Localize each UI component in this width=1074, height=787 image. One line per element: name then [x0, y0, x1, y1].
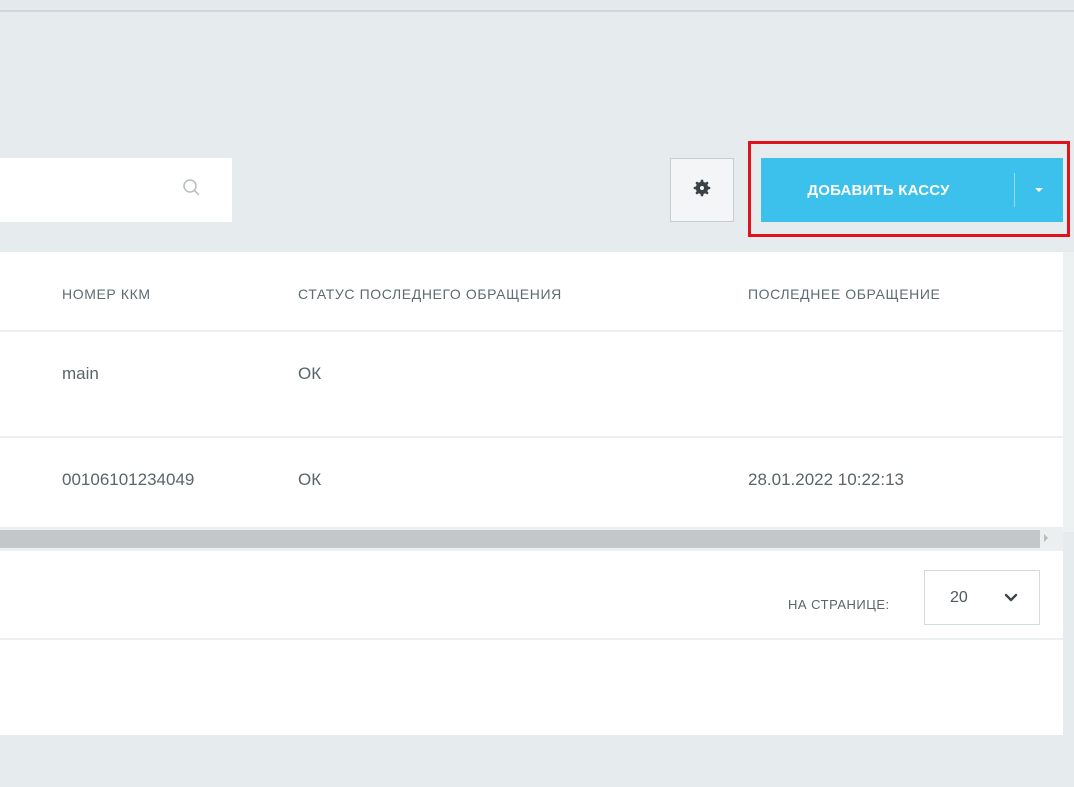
- kkm-table: [0, 252, 1063, 735]
- search-field[interactable]: [0, 158, 174, 220]
- caret-down-icon: [1033, 181, 1045, 199]
- cell-status: ОК: [298, 364, 322, 383]
- add-cash-register-label: ДОБАВИТЬ КАССУ: [807, 181, 950, 199]
- cell-kkm-number: 00106101234049: [62, 470, 195, 489]
- column-header-kkm-number[interactable]: НОМЕР ККМ: [62, 286, 151, 302]
- page-size-value: 20: [950, 588, 968, 606]
- column-header-last-status[interactable]: СТАТУС ПОСЛЕДНЕГО ОБРАЩЕНИЯ: [298, 286, 562, 302]
- cell-status: ОК: [298, 470, 322, 489]
- cell-last-request: 28.01.2022 10:22:13: [748, 470, 904, 489]
- chevron-down-icon: [1003, 590, 1019, 606]
- page-size-select[interactable]: 20: [924, 570, 1040, 625]
- vertical-scrollbar[interactable]: [1063, 252, 1074, 532]
- row-divider: [0, 436, 1063, 438]
- footer-divider: [0, 638, 1063, 640]
- cell-kkm-number: main: [62, 364, 99, 383]
- horizontal-scrollbar-thumb[interactable]: [0, 530, 1040, 548]
- add-options-dropdown-button[interactable]: [1015, 158, 1063, 222]
- scroll-right-icon[interactable]: [1044, 534, 1048, 542]
- settings-button[interactable]: [670, 158, 734, 222]
- add-cash-register-group: ДОБАВИТЬ КАССУ: [761, 158, 1063, 222]
- search-icon[interactable]: [180, 176, 204, 200]
- add-cash-register-button[interactable]: ДОБАВИТЬ КАССУ: [761, 158, 1014, 222]
- column-header-last-request[interactable]: ПОСЛЕДНЕЕ ОБРАЩЕНИЕ: [748, 286, 940, 302]
- page-size-label: НА СТРАНИЦЕ:: [788, 597, 890, 612]
- gear-icon: [691, 177, 713, 204]
- header-divider: [0, 330, 1063, 332]
